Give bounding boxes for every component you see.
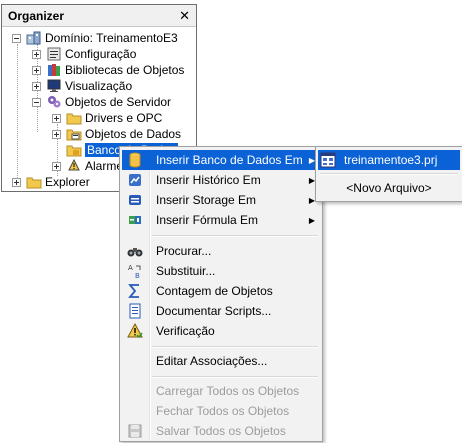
menu-separator bbox=[152, 376, 318, 378]
warning-icon bbox=[122, 321, 148, 341]
config-icon bbox=[46, 47, 62, 61]
menu-item-label: Procurar... bbox=[156, 244, 212, 258]
menu-item-verificacao[interactable]: Verificação bbox=[122, 321, 320, 341]
tree-item-bibliotecas[interactable]: Bibliotecas de Objetos bbox=[32, 62, 184, 78]
svg-text:A: A bbox=[128, 264, 133, 272]
folder-icon bbox=[26, 175, 42, 189]
expand-icon[interactable] bbox=[52, 129, 61, 139]
expand-icon[interactable] bbox=[32, 49, 41, 59]
tree-item-label: Bibliotecas de Objetos bbox=[65, 63, 185, 77]
menu-item-substituir[interactable]: AB Substituir... bbox=[122, 261, 320, 281]
submenu-separator bbox=[320, 173, 458, 175]
menu-item-label: Carregar Todos os Objetos bbox=[156, 384, 300, 398]
tree-item-explorer[interactable]: Explorer bbox=[12, 174, 90, 190]
menu-item-documentar[interactable]: Documentar Scripts... bbox=[122, 301, 320, 321]
alarm-icon bbox=[66, 159, 82, 173]
monitor-icon bbox=[46, 79, 62, 93]
tree-item-label: Configuração bbox=[65, 47, 137, 61]
context-menu: Inserir Banco de Dados Em ▶ Inserir Hist… bbox=[119, 146, 323, 442]
tree-connector bbox=[17, 44, 18, 180]
submenu-item-project[interactable]: treinamentoe3.prj bbox=[318, 150, 460, 170]
close-icon[interactable]: ✕ bbox=[179, 9, 190, 22]
menu-item-label: Inserir Histórico Em bbox=[156, 173, 261, 187]
tree-item-configuracao[interactable]: Configuração bbox=[32, 46, 136, 62]
organizer-header: Organizer ✕ bbox=[2, 5, 196, 27]
menu-item-carregar-todos[interactable]: Carregar Todos os Objetos bbox=[122, 381, 320, 401]
server-objects-icon bbox=[46, 95, 62, 109]
tree-item-label: Objetos de Dados bbox=[85, 127, 182, 141]
database-folder-icon bbox=[66, 143, 82, 157]
storage-icon bbox=[122, 190, 148, 210]
tree-item-label: Objetos de Servidor bbox=[65, 95, 172, 109]
formula-icon bbox=[122, 210, 148, 230]
menu-item-label: Documentar Scripts... bbox=[156, 304, 272, 318]
menu-separator bbox=[152, 346, 318, 348]
data-objects-icon bbox=[66, 127, 82, 141]
save-icon bbox=[122, 421, 148, 441]
organizer-title: Organizer bbox=[8, 8, 65, 23]
menu-item-label: Salvar Todos os Objetos bbox=[156, 424, 286, 438]
menu-item-salvar-todos[interactable]: Salvar Todos os Objetos bbox=[122, 421, 320, 441]
binoculars-icon bbox=[122, 241, 148, 261]
menu-item-inserir-formula[interactable]: Inserir Fórmula Em ▶ bbox=[122, 210, 320, 230]
submenu-item-novo-arquivo[interactable]: <Novo Arquivo> bbox=[318, 178, 460, 198]
domain-icon bbox=[26, 31, 42, 45]
menu-item-editar-associacoes[interactable]: Editar Associações... bbox=[122, 351, 320, 371]
submenu-arrow-icon: ▶ bbox=[308, 215, 316, 225]
expand-icon[interactable] bbox=[52, 113, 61, 123]
tree-item-objetos-servidor[interactable]: Objetos de Servidor bbox=[32, 94, 171, 110]
menu-item-label: Substituir... bbox=[156, 264, 216, 278]
submenu-item-label: <Novo Arquivo> bbox=[346, 181, 432, 195]
replace-icon: AB bbox=[122, 261, 148, 281]
folder-icon bbox=[66, 111, 82, 125]
submenu: treinamentoe3.prj <Novo Arquivo> bbox=[315, 146, 462, 202]
menu-item-label: Inserir Fórmula Em bbox=[156, 213, 259, 227]
menu-item-label: Verificação bbox=[156, 324, 215, 338]
tree-item-objetos-dados[interactable]: Objetos de Dados bbox=[52, 126, 181, 142]
tree-item-domain[interactable]: Domínio: TreinamentoE3 bbox=[12, 30, 178, 46]
menu-item-label: Editar Associações... bbox=[156, 354, 268, 368]
menu-item-fechar-todos[interactable]: Fechar Todos os Objetos bbox=[122, 401, 320, 421]
menu-item-label: Inserir Storage Em bbox=[156, 193, 257, 207]
menu-item-contagem[interactable]: Contagem de Objetos bbox=[122, 281, 320, 301]
menu-item-label: Fechar Todos os Objetos bbox=[156, 404, 290, 418]
menu-item-label: Inserir Banco de Dados Em bbox=[156, 153, 303, 167]
tree-item-label: Explorer bbox=[45, 175, 90, 189]
tree-item-label: Domínio: TreinamentoE3 bbox=[45, 31, 178, 45]
historic-icon bbox=[122, 170, 148, 190]
menu-item-procurar[interactable]: Procurar... bbox=[122, 241, 320, 261]
tree-item-visualizacao[interactable]: Visualização bbox=[32, 78, 132, 94]
svg-text:B: B bbox=[135, 272, 140, 279]
menu-item-label: Contagem de Objetos bbox=[156, 284, 273, 298]
submenu-item-label: treinamentoe3.prj bbox=[344, 153, 438, 167]
tree-item-alarmes[interactable]: Alarmes bbox=[52, 158, 129, 174]
collapse-icon[interactable] bbox=[12, 33, 21, 43]
menu-item-inserir-storage[interactable]: Inserir Storage Em ▶ bbox=[122, 190, 320, 210]
menu-item-inserir-historico[interactable]: Inserir Histórico Em ▶ bbox=[122, 170, 320, 190]
collapse-icon[interactable] bbox=[32, 97, 41, 107]
tree-item-label: Drivers e OPC bbox=[85, 111, 163, 125]
database-icon bbox=[122, 150, 148, 170]
expand-icon[interactable] bbox=[12, 177, 21, 187]
sigma-icon bbox=[122, 281, 148, 301]
expand-icon[interactable] bbox=[32, 65, 41, 75]
tree-item-label: Visualização bbox=[65, 79, 133, 93]
menu-item-inserir-banco-dados[interactable]: Inserir Banco de Dados Em ▶ bbox=[122, 150, 320, 170]
expand-icon[interactable] bbox=[52, 161, 61, 171]
tree-item-drivers[interactable]: Drivers e OPC bbox=[52, 110, 162, 126]
expand-icon[interactable] bbox=[32, 81, 41, 91]
menu-separator bbox=[152, 235, 318, 237]
project-icon bbox=[318, 150, 338, 170]
document-icon bbox=[122, 301, 148, 321]
library-icon bbox=[46, 63, 62, 77]
